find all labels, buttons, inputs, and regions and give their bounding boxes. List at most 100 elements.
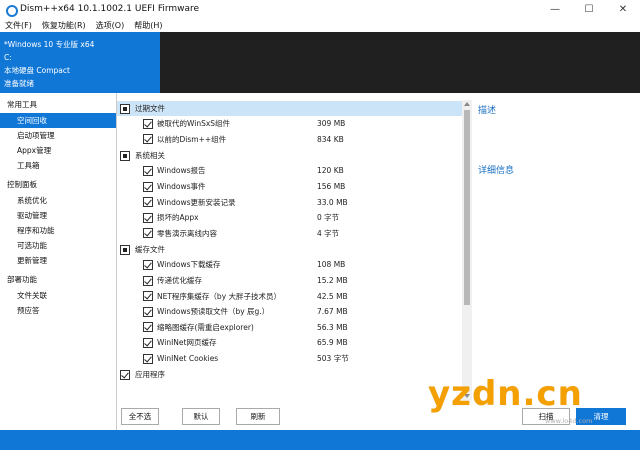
item-checkbox[interactable] bbox=[143, 197, 153, 208]
item-label: 损坏的Appx bbox=[157, 213, 199, 223]
default-button[interactable]: 默认 bbox=[182, 408, 220, 425]
item-checkbox[interactable] bbox=[143, 181, 153, 192]
section-checkbox[interactable] bbox=[120, 103, 130, 114]
item-label: 以前的Dism++组件 bbox=[157, 134, 227, 144]
list-item[interactable]: WinINet网页缓存 65.9 MB bbox=[117, 335, 462, 351]
item-checkbox[interactable] bbox=[143, 322, 153, 333]
menu-recovery[interactable]: 恢复功能(R) bbox=[42, 20, 86, 31]
app-icon bbox=[4, 3, 18, 17]
item-checkbox[interactable] bbox=[143, 259, 153, 270]
status-bar bbox=[0, 430, 640, 450]
sidebar-group-common-tools: 常用工具 bbox=[7, 100, 37, 109]
window-title: Dism++x64 10.1.1002.1 UEFI Firmware bbox=[20, 4, 200, 14]
scroll-up-icon[interactable] bbox=[464, 102, 470, 106]
sidebar-item-drivers[interactable]: 驱动管理 bbox=[0, 208, 116, 223]
item-checkbox[interactable] bbox=[143, 306, 153, 317]
item-label: 缩略图缓存(需重启explorer) bbox=[157, 322, 254, 332]
select-none-button[interactable]: 全不选 bbox=[121, 408, 159, 425]
watermark-text: yzdn.cn bbox=[428, 374, 583, 414]
menu-help[interactable]: 帮助(H) bbox=[134, 20, 162, 31]
section-header[interactable]: 系统相关 bbox=[117, 148, 462, 163]
description-heading: 描述 bbox=[478, 106, 497, 116]
item-size: 56.3 MB bbox=[317, 322, 348, 332]
section-header[interactable]: 应用程序 bbox=[117, 367, 462, 382]
list-item[interactable]: Windows预读取文件（by 辰g.） 7.67 MB bbox=[117, 304, 462, 320]
sidebar-item-file-association[interactable]: 文件关联 bbox=[0, 288, 116, 303]
sidebar-item-startup[interactable]: 启动项管理 bbox=[0, 128, 116, 143]
sidebar-item-updates[interactable]: 更新管理 bbox=[0, 253, 116, 268]
item-size: 42.5 MB bbox=[317, 291, 348, 301]
list-item[interactable]: 零售演示离线内容 4 字节 bbox=[117, 226, 462, 242]
title-bar: Dism++x64 10.1.1002.1 UEFI Firmware — ☐ … bbox=[0, 0, 640, 18]
list-item[interactable]: Windows报告 120 KB bbox=[117, 163, 462, 179]
item-size: 503 字节 bbox=[317, 354, 349, 364]
sidebar-group-control-panel: 控制面板 bbox=[7, 180, 37, 189]
item-checkbox[interactable] bbox=[143, 353, 153, 364]
list-item[interactable]: Windows更新安装记录 33.0 MB bbox=[117, 194, 462, 210]
item-label: NET程序集缓存（by 大胖子技术员） bbox=[157, 291, 282, 301]
sidebar-item-answer-file[interactable]: 预应答 bbox=[0, 303, 116, 318]
session-list-area bbox=[160, 32, 640, 93]
item-label: 零售演示离线内容 bbox=[157, 228, 217, 238]
item-checkbox[interactable] bbox=[143, 337, 153, 348]
sidebar: 常用工具 空间回收 启动项管理 Appx管理 工具箱 控制面板 系统优化 驱动管… bbox=[0, 93, 117, 430]
watermark-subtext: www.lo4d.com bbox=[545, 417, 593, 425]
session-info-panel[interactable]: *Windows 10 专业版 x64 C: 本地硬盘 Compact 准备就绪 bbox=[0, 32, 160, 93]
item-label: WinINet网页缓存 bbox=[157, 338, 217, 348]
sidebar-item-appx[interactable]: Appx管理 bbox=[0, 143, 116, 158]
sidebar-item-toolbox[interactable]: 工具箱 bbox=[0, 158, 116, 173]
item-label: Windows事件 bbox=[157, 182, 206, 192]
minimize-button[interactable]: — bbox=[538, 0, 572, 18]
drive-letter: C: bbox=[4, 53, 12, 62]
item-label: 被取代的WinSxS组件 bbox=[157, 119, 231, 129]
section-header[interactable]: 过期文件 bbox=[117, 101, 462, 116]
os-name: *Windows 10 专业版 x64 bbox=[4, 40, 95, 49]
list-item[interactable]: 以前的Dism++组件 834 KB bbox=[117, 132, 462, 148]
sidebar-item-system-optimize[interactable]: 系统优化 bbox=[0, 193, 116, 208]
close-button[interactable]: ✕ bbox=[606, 0, 640, 18]
sidebar-item-optional-features[interactable]: 可选功能 bbox=[0, 238, 116, 253]
list-scrollbar[interactable] bbox=[462, 100, 472, 400]
sidebar-group-deployment: 部署功能 bbox=[7, 275, 37, 284]
list-item[interactable]: 被取代的WinSxS组件 309 MB bbox=[117, 116, 462, 132]
item-label: Windows预读取文件（by 辰g.） bbox=[157, 307, 270, 317]
item-size: 156 MB bbox=[317, 182, 346, 192]
list-item[interactable]: NET程序集缓存（by 大胖子技术员） 42.5 MB bbox=[117, 288, 462, 304]
section-checkbox[interactable] bbox=[120, 150, 130, 161]
refresh-button[interactable]: 刷新 bbox=[236, 408, 280, 425]
list-item[interactable]: Windows下载缓存 108 MB bbox=[117, 257, 462, 273]
section-checkbox[interactable] bbox=[120, 369, 130, 380]
maximize-button[interactable]: ☐ bbox=[572, 0, 606, 18]
item-checkbox[interactable] bbox=[143, 291, 153, 302]
item-checkbox[interactable] bbox=[143, 165, 153, 176]
list-item[interactable]: 缩略图缓存(需重启explorer) 56.3 MB bbox=[117, 320, 462, 336]
menu-options[interactable]: 选项(O) bbox=[96, 20, 125, 31]
item-size: 0 字节 bbox=[317, 213, 340, 223]
section-title: 系统相关 bbox=[135, 151, 165, 161]
item-checkbox[interactable] bbox=[143, 275, 153, 286]
list-item[interactable]: WinINet Cookies 503 字节 bbox=[117, 351, 462, 367]
scroll-thumb[interactable] bbox=[464, 110, 470, 305]
item-checkbox[interactable] bbox=[143, 118, 153, 129]
list-item[interactable]: Windows事件 156 MB bbox=[117, 179, 462, 195]
details-heading: 详细信息 bbox=[478, 166, 515, 176]
section-header[interactable]: 缓存文件 bbox=[117, 242, 462, 257]
window-controls: — ☐ ✕ bbox=[538, 0, 640, 18]
item-label: Windows下载缓存 bbox=[157, 260, 221, 270]
item-label: Windows更新安装记录 bbox=[157, 197, 236, 207]
menu-file[interactable]: 文件(F) bbox=[5, 20, 32, 31]
item-size: 108 MB bbox=[317, 260, 346, 270]
status-text: 准备就绪 bbox=[4, 79, 34, 88]
item-checkbox[interactable] bbox=[143, 212, 153, 223]
item-checkbox[interactable] bbox=[143, 134, 153, 145]
sidebar-item-programs[interactable]: 程序和功能 bbox=[0, 223, 116, 238]
menu-bar: 文件(F) 恢复功能(R) 选项(O) 帮助(H) bbox=[0, 18, 640, 32]
item-checkbox[interactable] bbox=[143, 228, 153, 239]
item-label: 传递优化缓存 bbox=[157, 276, 202, 286]
list-item[interactable]: 损坏的Appx 0 字节 bbox=[117, 210, 462, 226]
list-item[interactable]: 传递优化缓存 15.2 MB bbox=[117, 273, 462, 289]
section-checkbox[interactable] bbox=[120, 244, 130, 255]
section-title: 缓存文件 bbox=[135, 245, 165, 255]
item-size: 15.2 MB bbox=[317, 276, 348, 286]
sidebar-item-space-cleanup[interactable]: 空间回收 bbox=[0, 113, 116, 128]
